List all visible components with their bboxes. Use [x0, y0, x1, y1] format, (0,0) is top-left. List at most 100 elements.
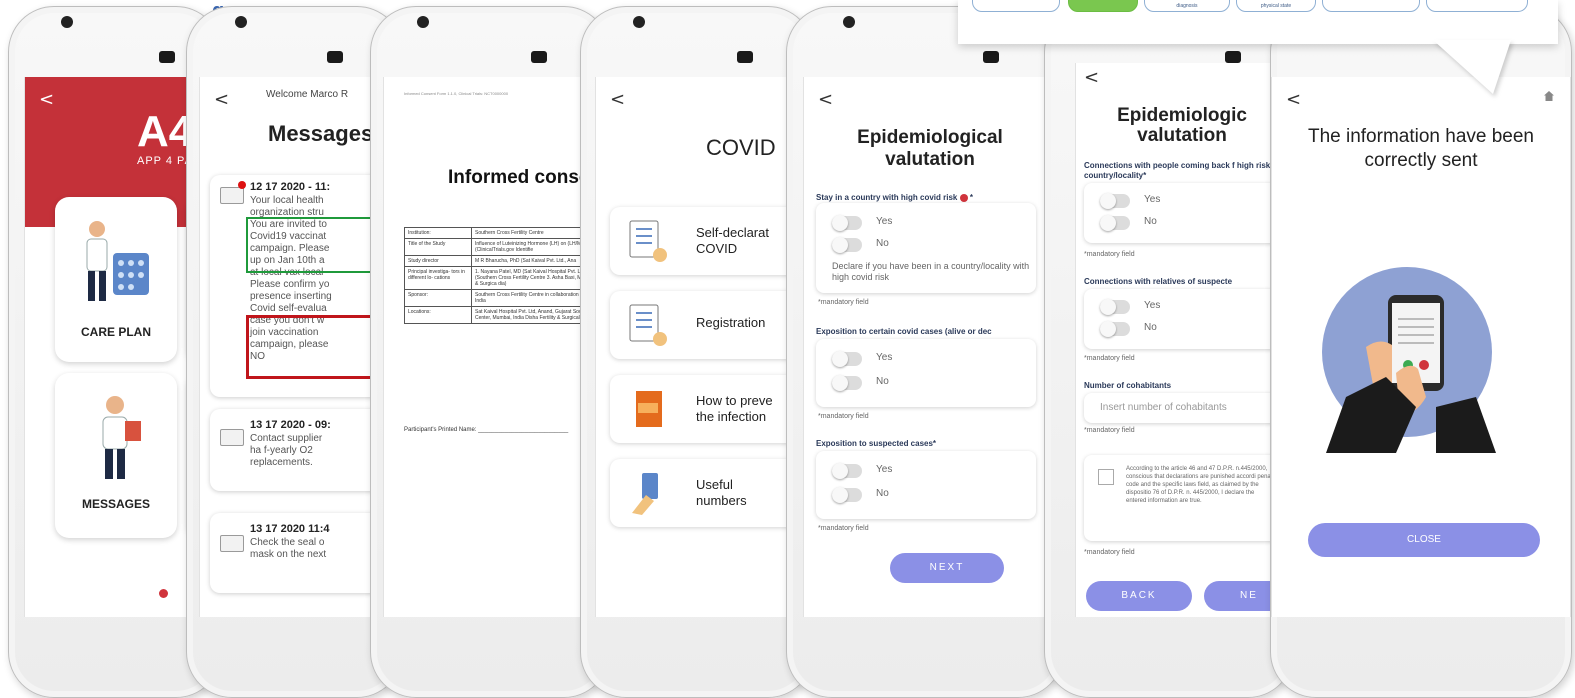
care-plan-label: CARE PLAN — [80, 325, 151, 339]
option-yes[interactable]: Yes — [832, 351, 1032, 367]
app-logo: A4 — [137, 107, 194, 156]
toggle-switch[interactable] — [832, 463, 862, 479]
self-declaration-item[interactable]: Self-declarat COVID — [610, 207, 806, 275]
question-label: Connections with people coming back f hi… — [1084, 161, 1271, 180]
checklist-icon — [629, 304, 667, 346]
back-button[interactable]: < — [1084, 67, 1099, 88]
table-row: Locations: Sat Kaival Hospital Pvt. Ltd, … — [404, 306, 602, 324]
message-date: 13 17 2020 - 09: — [250, 419, 331, 431]
consent-text: According to the article 46 and 47 D.P.R… — [1126, 466, 1273, 504]
message-item[interactable]: 12 17 2020 - 11: Your local health organ… — [210, 175, 395, 397]
sensor — [737, 51, 753, 63]
unread-badge — [238, 181, 246, 189]
toggle-switch[interactable] — [832, 237, 862, 253]
toggle-switch[interactable] — [832, 487, 862, 503]
screen-confirmation: < The information have been correctly se… — [1271, 77, 1571, 617]
item-label: Registration — [696, 315, 766, 330]
tab-physical-state[interactable]: physical state — [1236, 0, 1316, 12]
home-icon[interactable] — [1544, 91, 1554, 101]
message-date: 12 17 2020 - 11: — [250, 181, 331, 193]
cohabitants-placeholder: Insert number of cohabitants — [1100, 402, 1227, 413]
option-label: No — [876, 238, 889, 249]
sensor — [531, 51, 547, 63]
screen-form-1: < Epidemiological valutation Stay in a c… — [803, 77, 1057, 617]
option-label: Yes — [876, 216, 893, 227]
tab-diagnosis[interactable]: diagnosis — [1144, 0, 1230, 12]
option-yes[interactable]: Yes — [832, 463, 1032, 479]
message-item[interactable]: 13 17 2020 11:4 Check the seal o mask on… — [210, 513, 395, 593]
toggle-switch[interactable] — [1100, 299, 1130, 315]
message-date: 13 17 2020 11:4 — [250, 523, 330, 535]
option-label: Yes — [876, 352, 893, 363]
option-no[interactable]: No — [832, 487, 1032, 503]
option-no[interactable]: No — [1100, 321, 1288, 337]
mandatory-note: *mandatory field — [818, 299, 869, 306]
toggle-switch[interactable] — [832, 375, 862, 391]
back-form-button[interactable]: BACK — [1086, 581, 1192, 611]
tab-1[interactable] — [972, 0, 1060, 12]
close-button[interactable]: CLOSE — [1308, 523, 1540, 557]
question-card: Yes No — [1084, 183, 1284, 243]
option-yes[interactable]: Yes — [832, 215, 1032, 231]
row-label: Principal investiga- tors in different l… — [404, 266, 472, 290]
option-no[interactable]: No — [1100, 215, 1288, 231]
mandatory-note: *mandatory field — [1084, 427, 1135, 434]
camera-dot — [843, 16, 855, 28]
question-label: Connections with relatives of suspecte — [1084, 277, 1233, 286]
toggle-switch[interactable] — [1100, 321, 1130, 337]
page-title: COVID — [706, 135, 776, 160]
option-no[interactable]: No — [832, 375, 1032, 391]
consent-card: According to the article 46 and 47 D.P.R… — [1084, 455, 1284, 541]
form-title-line2: valutation — [1137, 125, 1227, 146]
document-header: Informed Consent Form 1.1.0, Clinical Tr… — [404, 91, 509, 96]
envelope-icon — [220, 429, 244, 446]
question-card: Yes No — [1084, 289, 1284, 349]
callout-pointer — [1433, 40, 1511, 94]
question-text: Stay in a country with high covid risk — [816, 193, 958, 202]
mandatory-note: *mandatory field — [1084, 549, 1135, 556]
question-label: Exposition to suspected cases* — [816, 439, 937, 448]
phone-consent: Informed Consent Form 1.1.0, Clinical Tr… — [370, 6, 610, 698]
question-label: Number of cohabitants — [1084, 381, 1172, 390]
option-yes[interactable]: Yes — [1100, 193, 1288, 209]
messages-card[interactable]: MESSAGES — [55, 373, 177, 538]
back-button[interactable]: < — [39, 89, 54, 110]
useful-numbers-item[interactable]: Useful numbers — [610, 459, 806, 527]
option-label: No — [1144, 216, 1157, 227]
table-row: Study director M R Bharucha, PhD (Sat Kai… — [404, 255, 602, 267]
tab-6[interactable] — [1426, 0, 1528, 12]
toggle-switch[interactable] — [832, 351, 862, 367]
registration-item[interactable]: Registration — [610, 291, 806, 359]
care-plan-card[interactable]: CARE PLAN — [55, 197, 177, 362]
prevention-item[interactable]: How to preve the infection — [610, 375, 806, 443]
page-indicator — [159, 589, 168, 598]
back-button[interactable]: < — [214, 89, 229, 110]
screen-covid: < COVID Self-declarat COVID Registration… — [595, 77, 807, 617]
tab-5[interactable] — [1322, 0, 1420, 12]
help-icon[interactable] — [959, 193, 968, 202]
toggle-switch[interactable] — [1100, 193, 1130, 209]
tab-2-active[interactable] — [1068, 0, 1138, 12]
toggle-switch[interactable] — [832, 215, 862, 231]
back-button[interactable]: < — [610, 89, 625, 110]
next-button[interactable]: NEXT — [890, 553, 1004, 583]
screen-consent: Informed Consent Form 1.1.0, Clinical Tr… — [383, 77, 603, 617]
toggle-switch[interactable] — [1100, 215, 1130, 231]
doctor-with-pills-icon — [86, 221, 149, 301]
row-label: Locations: — [404, 306, 472, 324]
option-yes[interactable]: Yes — [1100, 299, 1288, 315]
cohabitants-field[interactable]: Insert number of cohabitants — [1084, 393, 1284, 423]
back-button[interactable]: < — [818, 89, 833, 110]
sensor — [159, 51, 175, 63]
camera-dot — [61, 16, 73, 28]
sensor — [327, 51, 343, 63]
messages-label: MESSAGES — [81, 497, 150, 511]
form-title-line1: Epidemiologic — [1117, 105, 1247, 126]
doctor-icon — [102, 396, 141, 479]
option-no[interactable]: No — [832, 237, 1032, 253]
envelope-icon — [220, 187, 244, 204]
option-label: Yes — [1144, 194, 1161, 205]
back-button[interactable]: < — [1286, 89, 1301, 110]
message-item[interactable]: 13 17 2020 - 09: Contact supplier ha f-y… — [210, 409, 395, 491]
consent-checkbox[interactable] — [1098, 469, 1114, 485]
